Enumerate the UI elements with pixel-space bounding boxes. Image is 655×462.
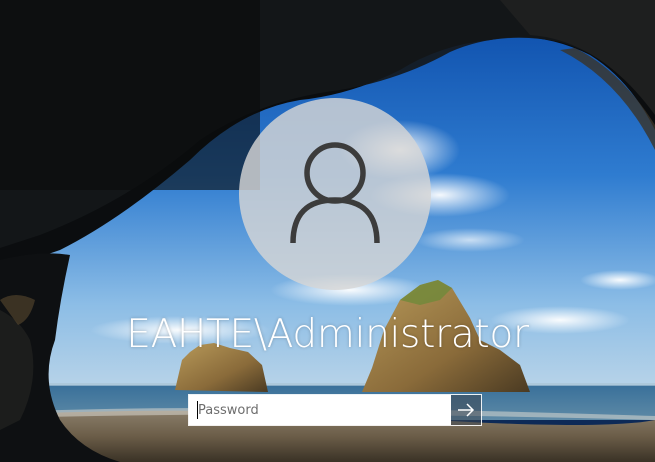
text-caret [197,401,198,419]
user-avatar [239,98,431,290]
user-silhouette-icon [290,142,380,244]
username-label: EAHTE\Administrator [126,312,529,357]
submit-button[interactable] [451,395,481,425]
password-form [188,394,482,426]
arrow-right-icon [458,403,475,417]
password-input[interactable] [189,395,451,425]
lock-screen: EAHTE\Administrator [0,0,655,462]
